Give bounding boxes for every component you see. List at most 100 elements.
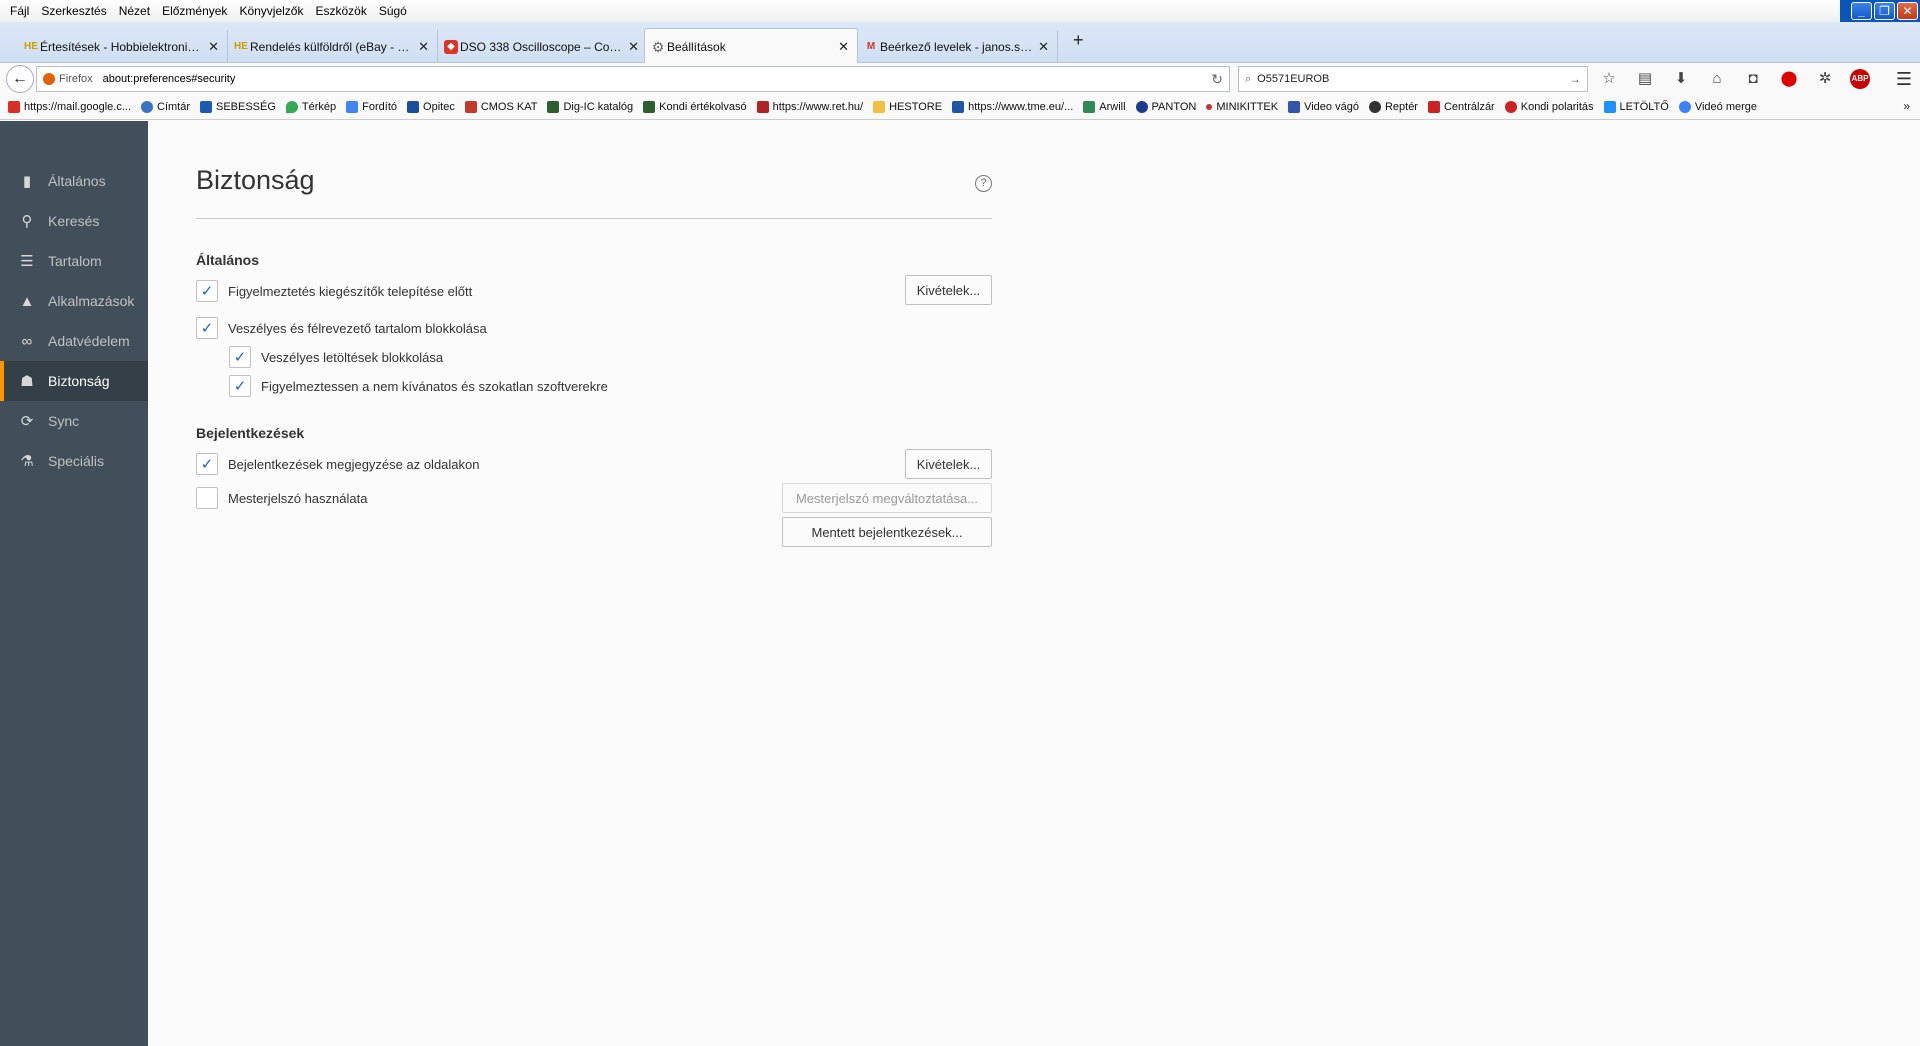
bookmark-item[interactable]: Térkép [285, 101, 337, 113]
bookmark-item[interactable]: Címtár [141, 101, 190, 113]
bookmark-item[interactable]: Dig-IC katalóg [547, 101, 633, 113]
shield-icon: ◆ [444, 39, 458, 54]
close-tab-icon[interactable]: ✕ [418, 39, 429, 55]
search-input[interactable]: O5571EUROB [1257, 73, 1329, 85]
tab-hobbielektronika-1[interactable]: HE Értesítések - Hobbielektronika... ✕ [18, 30, 228, 63]
bookmark-item[interactable]: PANTON [1135, 101, 1196, 113]
pocket-icon[interactable]: ◘ [1742, 68, 1764, 90]
bookmark-item[interactable]: MINIKITTEK [1206, 101, 1278, 113]
category-search[interactable]: ⚲ Keresés [0, 201, 148, 241]
close-tab-icon[interactable]: ✕ [838, 39, 849, 55]
bookmark-star-icon[interactable]: ☆ [1598, 68, 1620, 90]
menu-file[interactable]: Fájl [4, 4, 35, 18]
downloads-icon[interactable]: ⬇ [1670, 68, 1692, 90]
close-tab-icon[interactable]: ✕ [208, 39, 219, 55]
tab-label: Rendelés külföldről (eBay - Pa... [250, 39, 414, 54]
category-applications[interactable]: ▲ Alkalmazások [0, 281, 148, 321]
hobbielektronika-icon: HE [24, 40, 38, 52]
adblock-plus-icon[interactable]: ABP [1850, 69, 1870, 89]
block-downloads-row[interactable]: ✓ Veszélyes letöltések blokkolása [229, 346, 443, 368]
change-master-password-button[interactable]: Mesterjelszó megváltoztatása... [782, 483, 992, 513]
master-password-checkbox[interactable] [196, 487, 218, 509]
bookmark-item[interactable]: CMOS KAT [464, 101, 537, 113]
tab-gmail[interactable]: M Beérkező levelek - janos.scha... ✕ [858, 30, 1058, 63]
category-label: Tartalom [48, 253, 102, 269]
menu-bookmarks[interactable]: Könyvjelzők [233, 4, 309, 18]
preferences-sidebar: ▮ Általános ⚲ Keresés ☰ Tartalom ▲ Alkal… [0, 121, 148, 1046]
tab-bar: HE Értesítések - Hobbielektronika... ✕ H… [0, 22, 1920, 64]
close-window-button[interactable]: ✕ [1897, 2, 1918, 20]
bookmarks-menu-icon[interactable]: ▤ [1634, 68, 1656, 90]
menu-view[interactable]: Nézet [113, 4, 156, 18]
bookmark-item[interactable]: HESTORE [873, 101, 942, 113]
addons-exceptions-button[interactable]: Kivételek... [905, 275, 992, 305]
block-dangerous-checkbox[interactable]: ✓ [196, 317, 218, 339]
close-tab-icon[interactable]: ✕ [1038, 39, 1049, 55]
extension-icon[interactable]: ✲ [1814, 68, 1836, 90]
go-arrow-icon[interactable]: → [1569, 72, 1581, 86]
category-advanced[interactable]: ⚗ Speciális [0, 441, 148, 481]
category-sync[interactable]: ⟳ Sync [0, 401, 148, 441]
search-bar[interactable]: ⌕ O5571EUROB → [1238, 66, 1588, 92]
identity-box[interactable]: Firefox [37, 73, 93, 85]
bookmark-item[interactable]: Arwill [1083, 101, 1126, 113]
warn-unwanted-checkbox[interactable]: ✓ [229, 375, 251, 397]
category-security[interactable]: ☗ Biztonság [0, 361, 148, 401]
bookmark-item[interactable]: Kondi polaritás [1504, 101, 1594, 113]
menu-history[interactable]: Előzmények [156, 4, 233, 18]
warn-addons-row[interactable]: ✓ Figyelmeztetés kiegészítők telepítése … [196, 280, 472, 302]
minimize-button[interactable]: _ [1851, 2, 1872, 20]
bookmark-item[interactable]: https://www.tme.eu/... [952, 101, 1073, 113]
bookmark-label: https://mail.google.c... [24, 101, 131, 113]
security-lock-icon: ☗ [20, 373, 34, 390]
restore-button[interactable]: ❐ [1874, 2, 1895, 20]
menu-help[interactable]: Súgó [373, 4, 413, 18]
warn-unwanted-row[interactable]: ✓ Figyelmeztessen a nem kívánatos és szo… [229, 375, 608, 397]
bookmark-item[interactable]: https://www.ret.hu/ [756, 101, 863, 113]
car-icon [1427, 101, 1440, 113]
category-general[interactable]: ▮ Általános [0, 161, 148, 201]
chevron-more-icon[interactable]: » [1903, 99, 1910, 113]
warn-addons-checkbox[interactable]: ✓ [196, 280, 218, 302]
menu-tools[interactable]: Eszközök [309, 4, 372, 18]
warn-unwanted-label: Figyelmeztessen a nem kívánatos és szoka… [261, 378, 608, 394]
bookmark-item[interactable]: Kondi értékolvasó [643, 101, 747, 113]
home-icon[interactable]: ⌂ [1706, 68, 1728, 90]
tab-hobbielektronika-2[interactable]: HE Rendelés külföldről (eBay - Pa... ✕ [228, 30, 438, 63]
bookmark-item[interactable]: Opitec [407, 101, 455, 113]
bookmark-item[interactable]: Videó merge [1678, 101, 1757, 113]
category-label: Biztonság [48, 373, 110, 389]
block-dangerous-row[interactable]: ✓ Veszélyes és félrevezető tartalom blok… [196, 317, 487, 339]
hestore-icon [873, 101, 886, 113]
bookmark-item[interactable]: Reptér [1368, 101, 1418, 113]
url-bar[interactable]: Firefox about:preferences#security ↻ [36, 66, 1230, 92]
remember-logins-checkbox[interactable]: ✓ [196, 453, 218, 475]
block-downloads-checkbox[interactable]: ✓ [229, 346, 251, 368]
tab-dso338[interactable]: ◆ DSO 338 Oscilloscope – Comp... ✕ [438, 30, 648, 63]
hamburger-menu-icon[interactable]: ☰ [1896, 69, 1912, 90]
url-text[interactable]: about:preferences#security [103, 73, 236, 85]
back-button[interactable]: ← [6, 65, 34, 93]
bookmark-label: Videó merge [1694, 101, 1757, 113]
category-content[interactable]: ☰ Tartalom [0, 241, 148, 281]
help-icon[interactable]: ? [975, 175, 992, 192]
menu-edit[interactable]: Szerkesztés [35, 4, 112, 18]
master-password-row[interactable]: Mesterjelszó használata [196, 487, 367, 509]
bookmark-item[interactable]: Video vágó [1288, 101, 1359, 113]
new-tab-button[interactable]: + [1073, 30, 1084, 51]
reload-icon[interactable]: ↻ [1211, 71, 1223, 88]
bookmark-label: LETÖLTŐ [1619, 101, 1669, 113]
bookmark-item[interactable]: Fordító [346, 101, 397, 113]
bookmark-item[interactable]: Centrálzár [1427, 101, 1495, 113]
bookmark-item[interactable]: https://mail.google.c... [8, 101, 131, 113]
opera-addon-icon[interactable]: ⬤ [1778, 68, 1800, 90]
remember-logins-row[interactable]: ✓ Bejelentkezések megjegyzése az oldalak… [196, 453, 480, 475]
bookmark-item[interactable]: SEBESSÉG [200, 101, 276, 113]
bookmark-label: Térkép [301, 101, 337, 113]
category-privacy[interactable]: ∞ Adatvédelem [0, 321, 148, 361]
saved-logins-button[interactable]: Mentett bejelentkezések... [782, 517, 992, 547]
logins-exceptions-button[interactable]: Kivételek... [905, 449, 992, 479]
tab-settings[interactable]: ⚙ Beállítások ✕ [644, 28, 858, 64]
bookmark-item[interactable]: LETÖLTŐ [1603, 101, 1669, 113]
close-tab-icon[interactable]: ✕ [628, 39, 639, 55]
